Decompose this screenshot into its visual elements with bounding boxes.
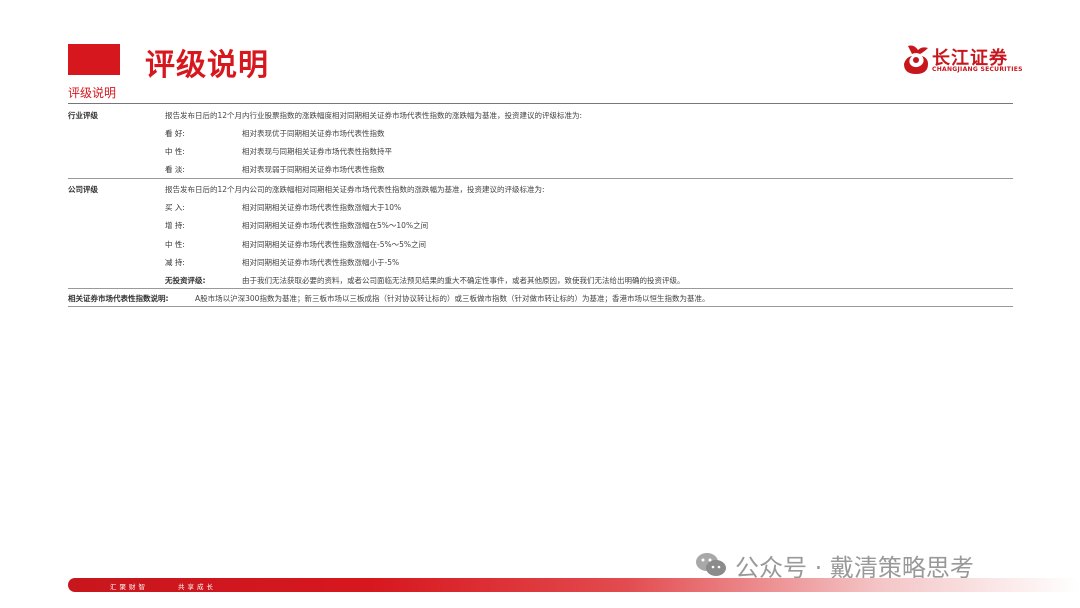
company-desc: 相对同期相关证券市场代表性指数涨幅大于10% [242,203,402,212]
title-accent-block [68,44,120,75]
watermark: 公众号 · 戴清策略思考 [695,548,974,582]
footer-bar [68,578,1080,592]
industry-intro: 报告发布日后的12个月内行业股票指数的涨跌幅度相对同期相关证券市场代表性指数的涨… [165,111,583,120]
logo-text-en: CHANGJIANG SECURITIES [932,66,1023,73]
industry-desc: 相对表现优于同期相关证券市场代表性指数 [242,129,385,138]
company-term: 减 持: [165,258,185,267]
company-logo: 长江证券 CHANGJIANG SECURITIES [900,42,1030,78]
footer-slogan-right: 共享成长 [178,583,216,591]
company-desc: 由于我们无法获取必要的资料，或者公司面临无法预见结果的重大不确定性事件，或者其他… [242,276,685,285]
section-label: 评级说明 [68,86,117,100]
index-note-label: 相关证券市场代表性指数说明: [68,294,169,303]
company-term: 无投资评级: [165,276,206,285]
company-term: 增 持: [165,221,185,230]
industry-term: 中 性: [165,147,185,156]
section-divider [68,288,1013,289]
footer-slogan-left: 汇聚财智 [110,583,148,591]
industry-term: 看 淡: [165,165,185,174]
page-title: 评级说明 [145,48,269,83]
company-term: 买 入: [165,203,185,212]
logo-mark-icon [904,45,928,74]
table-top-rule [68,103,1013,104]
industry-term: 看 好: [165,129,185,138]
company-term: 中 性: [165,240,185,249]
company-desc: 相对同期相关证券市场代表性指数涨幅在-5%～5%之间 [242,240,427,249]
industry-category-label: 行业评级 [68,111,98,120]
company-desc: 相对同期相关证券市场代表性指数涨幅在5%～10%之间 [242,221,429,230]
industry-desc: 相对表现弱于同期相关证券市场代表性指数 [242,165,385,174]
table-bottom-rule [68,306,1013,307]
wechat-icon [696,553,726,576]
company-intro: 报告发布日后的12个月内公司的涨跌幅相对同期相关证券市场代表性指数的涨跌幅为基准… [165,185,545,194]
industry-desc: 相对表现与同期相关证券市场代表性指数持平 [242,147,392,156]
company-category-label: 公司评级 [68,185,98,194]
section-divider [68,178,1013,179]
company-desc: 相对同期相关证券市场代表性指数涨幅小于-5% [242,258,400,267]
index-note-text: A股市场以沪深300指数为基准；新三板市场以三板成指（针对协议转让标的）或三板做… [195,294,710,303]
